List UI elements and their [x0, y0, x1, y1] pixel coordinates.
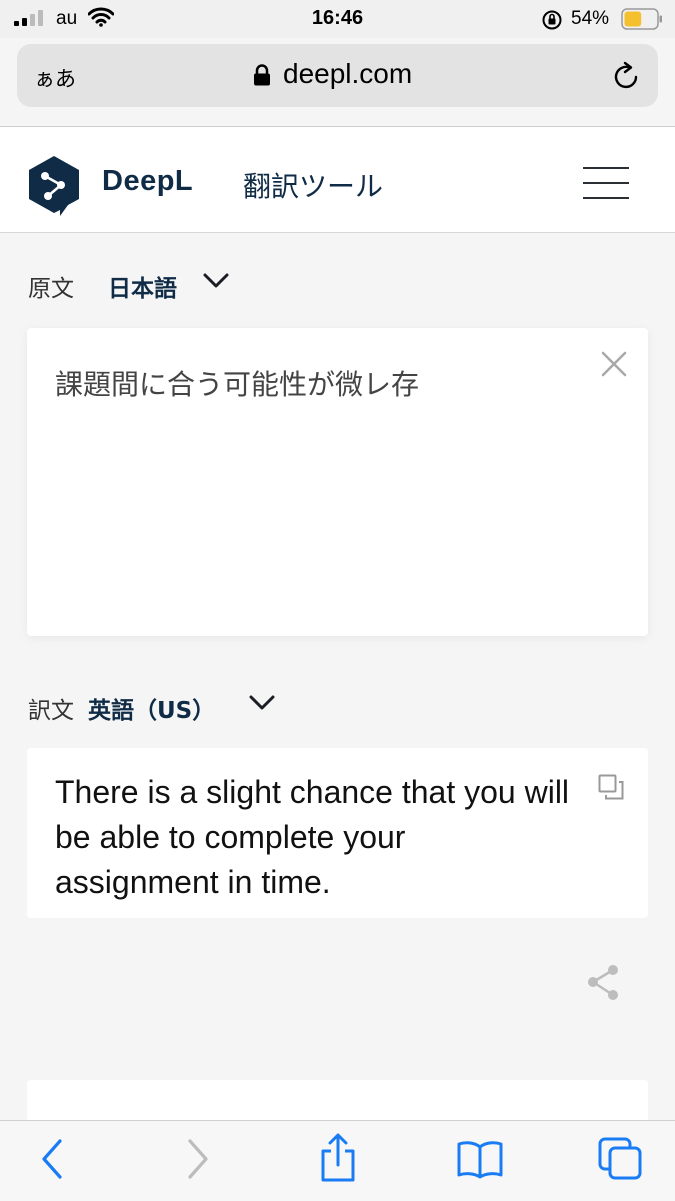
deepl-logo-icon[interactable]	[28, 155, 80, 217]
url-text[interactable]: deepl.com	[283, 58, 412, 90]
source-label: 原文	[28, 276, 74, 302]
share-sheet-icon[interactable]	[318, 1133, 358, 1183]
target-language-select[interactable]: 英語（US）	[88, 691, 215, 725]
address-bar[interactable]: ぁあ deepl.com	[17, 44, 658, 107]
source-text[interactable]: 課題間に合う可能性が微レ存	[55, 363, 419, 403]
browser-toolbar	[0, 1120, 675, 1201]
source-text-area[interactable]: 課題間に合う可能性が微レ存	[27, 328, 648, 636]
chevron-down-icon[interactable]	[248, 694, 276, 712]
forward-icon[interactable]	[182, 1137, 212, 1181]
hamburger-menu-icon[interactable]	[583, 167, 629, 201]
status-bar: au 16:46 54%	[0, 0, 675, 38]
tabs-icon[interactable]	[598, 1137, 644, 1181]
close-icon[interactable]	[600, 350, 628, 378]
brand-name[interactable]: DeepL	[102, 165, 193, 198]
bookmarks-icon[interactable]	[456, 1139, 504, 1179]
translation-text: There is a slight chance that you will b…	[55, 774, 570, 900]
battery-icon	[621, 8, 662, 30]
source-language-select[interactable]: 日本語	[108, 269, 177, 303]
text-size-button[interactable]: ぁあ	[34, 63, 76, 93]
translation-output: There is a slight chance that you will b…	[27, 748, 648, 918]
back-icon[interactable]	[38, 1137, 68, 1181]
chevron-down-icon[interactable]	[202, 272, 230, 290]
reload-icon[interactable]	[612, 61, 642, 91]
copy-icon[interactable]	[598, 774, 624, 800]
tool-title: 翻訳ツール	[243, 170, 384, 203]
site-header: DeepL 翻訳ツール	[0, 127, 675, 233]
lock-icon	[254, 64, 270, 86]
share-icon[interactable]	[584, 962, 622, 1004]
battery-percent: 54%	[571, 8, 610, 29]
target-label: 訳文	[28, 698, 74, 724]
orientation-lock-icon	[542, 10, 562, 30]
